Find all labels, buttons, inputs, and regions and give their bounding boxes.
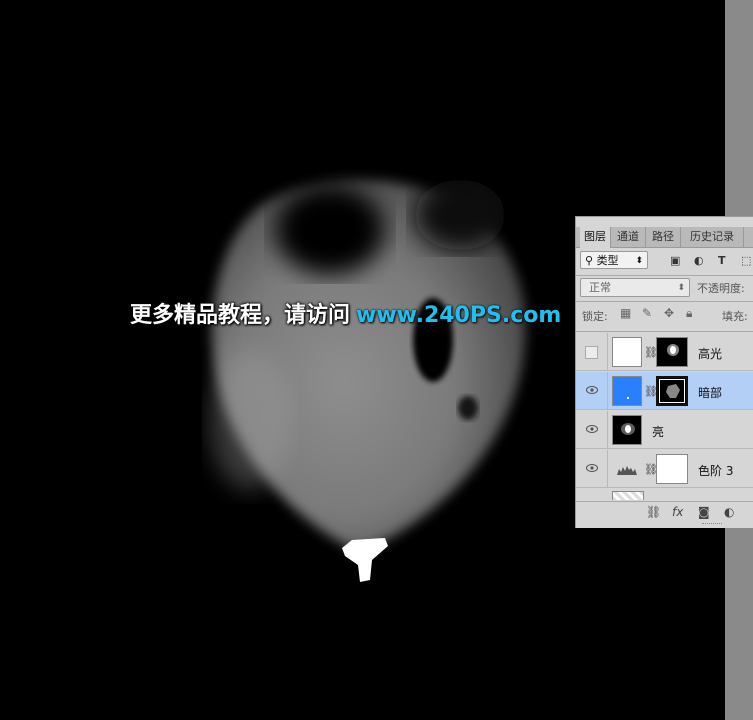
lock-move-icon[interactable]: ✥ bbox=[664, 306, 674, 320]
layer-name: 暗部 bbox=[698, 386, 723, 400]
watermark-text: 更多精品教程，请访问 www.240PS.com bbox=[130, 297, 561, 329]
image-icon[interactable]: ▣ bbox=[670, 254, 680, 267]
divider bbox=[576, 275, 753, 276]
eye-icon bbox=[586, 386, 598, 394]
blend-mode-value: 正常 bbox=[589, 281, 611, 294]
layer-name: 色阶 3 bbox=[698, 464, 734, 478]
shape-icon[interactable]: ⬚ bbox=[741, 254, 751, 267]
resize-grip[interactable] bbox=[702, 523, 722, 527]
stepper-icon: ⬍ bbox=[677, 283, 685, 293]
next-layer-thumbnail bbox=[612, 491, 644, 500]
fx-icon[interactable]: fx bbox=[672, 505, 683, 519]
search-icon: ⚲ bbox=[585, 254, 594, 267]
watermark-chinese: 更多精品教程，请访问 bbox=[130, 303, 351, 328]
lock-all-icon[interactable]: 🔒︎ bbox=[686, 306, 692, 321]
layer-mask-thumbnail[interactable] bbox=[656, 376, 688, 406]
layer-row-levels[interactable]: ⛓ 色阶 3 bbox=[576, 450, 753, 488]
layer-thumbnail bbox=[612, 376, 642, 406]
watermark-url: www.240PS.com bbox=[356, 303, 562, 328]
panel-tabs: 图层 通道 路径 历史记录 bbox=[576, 227, 753, 248]
layer-mask-thumbnail[interactable] bbox=[656, 454, 688, 484]
blend-mode-select[interactable]: 正常 ⬍ bbox=[580, 278, 690, 297]
lock-transparent-icon[interactable]: ▦ bbox=[620, 306, 631, 320]
layer-name: 高光 bbox=[698, 347, 723, 361]
eye-icon bbox=[586, 464, 598, 472]
tab-channels[interactable]: 通道 bbox=[611, 227, 646, 247]
visibility-toggle[interactable] bbox=[576, 333, 608, 371]
eye-icon bbox=[586, 425, 598, 433]
lock-paint-icon[interactable]: ✎ bbox=[642, 306, 652, 320]
filter-type-value: 类型 bbox=[596, 254, 619, 267]
hidden-visibility-box bbox=[585, 346, 598, 359]
layer-thumbnail bbox=[612, 337, 642, 367]
layer-row-bright[interactable]: 亮 bbox=[576, 411, 753, 449]
levels-histogram-icon bbox=[617, 466, 637, 475]
visibility-toggle[interactable] bbox=[576, 372, 608, 410]
opacity-label: 不透明度: bbox=[697, 282, 745, 295]
new-adjustment-icon[interactable]: ◐ bbox=[724, 505, 734, 519]
divider bbox=[576, 331, 753, 332]
divider bbox=[576, 301, 753, 302]
layer-name: 亮 bbox=[652, 425, 665, 439]
layer-mask-thumbnail[interactable] bbox=[656, 337, 688, 367]
visibility-toggle[interactable] bbox=[576, 450, 608, 488]
tab-paths[interactable]: 路径 bbox=[646, 227, 681, 247]
link-layers-icon[interactable]: ⛓ bbox=[646, 505, 661, 519]
adjustment-icon[interactable]: ◐ bbox=[694, 254, 704, 267]
tab-history[interactable]: 历史记录 bbox=[681, 227, 744, 247]
visibility-toggle[interactable] bbox=[576, 411, 608, 449]
stepper-icon: ⬍ bbox=[635, 256, 643, 266]
panel-bottom-toolbar: ⛓ fx ◙ ◐ bbox=[576, 501, 753, 524]
layers-panel: 图层 通道 路径 历史记录 ⚲ 类型 ⬍ ▣ ◐ T ⬚ 正常 ⬍ 不透明度: … bbox=[575, 216, 753, 528]
layer-row-shadow[interactable]: ⛓ 暗部 bbox=[576, 372, 753, 410]
fill-label: 填充: bbox=[722, 310, 748, 323]
text-icon[interactable]: T bbox=[718, 254, 726, 267]
tab-layers[interactable]: 图层 bbox=[580, 227, 611, 248]
lock-label: 锁定: bbox=[582, 310, 608, 323]
layer-row-highlight[interactable]: ⛓ 高光 bbox=[576, 333, 753, 371]
add-mask-icon[interactable]: ◙ bbox=[698, 505, 710, 519]
filter-type-select[interactable]: ⚲ 类型 ⬍ bbox=[580, 251, 648, 269]
layer-thumbnail bbox=[612, 415, 642, 445]
